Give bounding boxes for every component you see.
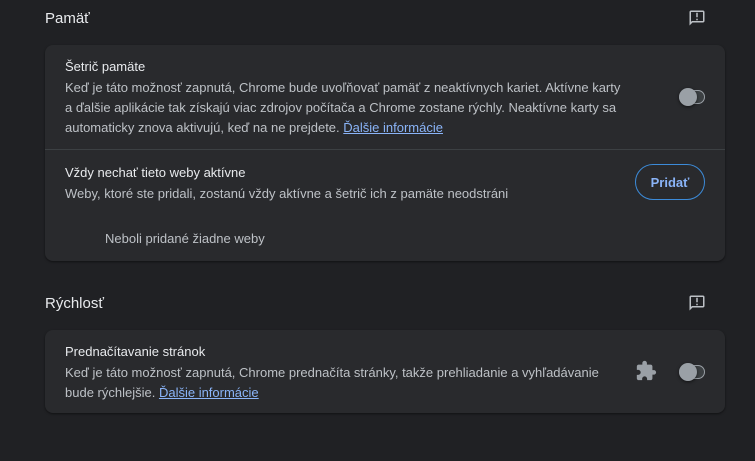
- preload-row[interactable]: Prednačítavanie stránok Keď je táto možn…: [45, 330, 725, 413]
- memory-saver-toggle[interactable]: [679, 88, 705, 106]
- feedback-icon[interactable]: [687, 8, 707, 28]
- speed-section-title: Rýchlosť: [45, 294, 104, 312]
- always-active-row: Vždy nechať tieto weby aktívne Weby, kto…: [45, 150, 725, 261]
- preload-description: Keď je táto možnosť zapnutá, Chrome pred…: [65, 365, 599, 400]
- preload-toggle[interactable]: [679, 363, 705, 381]
- empty-sites-text: Neboli pridané žiadne weby: [105, 231, 265, 246]
- feedback-icon[interactable]: [687, 293, 707, 313]
- speed-card: Prednačítavanie stránok Keď je táto možn…: [45, 330, 725, 413]
- always-active-description: Weby, ktoré ste pridali, zostanú vždy ak…: [65, 186, 509, 201]
- preload-title: Prednačítavanie stránok: [65, 344, 206, 359]
- preload-learn-more-link[interactable]: Ďalšie informácie: [159, 385, 259, 400]
- memory-card: Šetrič pamäte Keď je táto možnosť zapnut…: [45, 45, 725, 261]
- memory-saver-description: Keď je táto možnosť zapnutá, Chrome bude…: [65, 80, 621, 135]
- add-site-button[interactable]: Pridať: [635, 164, 705, 200]
- toggle-knob: [679, 363, 697, 381]
- memory-saver-row[interactable]: Šetrič pamäte Keď je táto možnosť zapnut…: [45, 45, 725, 149]
- memory-saver-title: Šetrič pamäte: [65, 59, 146, 74]
- toggle-knob: [679, 88, 697, 106]
- memory-section-title: Pamäť: [45, 9, 90, 27]
- memory-section-header: Pamäť: [45, 4, 725, 32]
- speed-section-header: Rýchlosť: [45, 289, 725, 317]
- puzzle-icon[interactable]: [635, 360, 657, 382]
- memory-saver-learn-more-link[interactable]: Ďalšie informácie: [343, 120, 443, 135]
- always-active-title: Vždy nechať tieto weby aktívne: [65, 165, 246, 180]
